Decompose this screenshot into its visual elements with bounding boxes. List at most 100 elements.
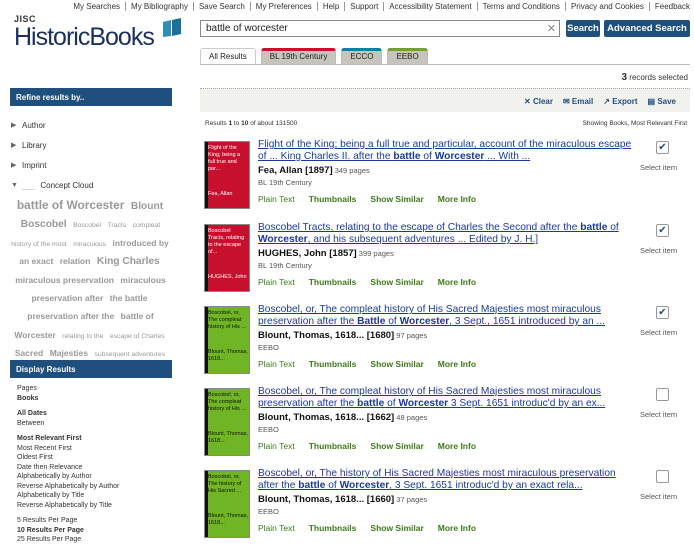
facet-library[interactable]: ▶ Library	[10, 132, 172, 152]
cloud-term[interactable]: Majesties	[50, 348, 88, 358]
cloud-term[interactable]: Boscobel	[21, 219, 67, 230]
save-action[interactable]: ▤ Save	[648, 97, 676, 106]
cloud-term[interactable]: King Charles	[97, 256, 160, 267]
display-option[interactable]: All Dates	[17, 409, 172, 419]
tab-eebo[interactable]: EEBO	[387, 48, 428, 64]
show-similar-link[interactable]: Show Similar	[370, 194, 423, 204]
top-link[interactable]: Save Search	[194, 2, 251, 11]
cloud-term[interactable]: escape of Charles	[110, 333, 165, 340]
cloud-term[interactable]: battle of Worcester	[17, 198, 124, 212]
cloud-term[interactable]: Sacred	[15, 348, 43, 358]
show-similar-link[interactable]: Show Similar	[370, 441, 423, 451]
display-option[interactable]: Reverse Alphabetically by Title	[17, 501, 172, 511]
more-info-link[interactable]: More Info	[438, 194, 476, 204]
cloud-term[interactable]: Blount	[131, 201, 163, 212]
facet-author[interactable]: ▶ Author	[10, 112, 172, 132]
top-link[interactable]: Accessibility Statement	[384, 2, 478, 11]
cloud-term[interactable]: subsequent adventures	[94, 351, 165, 358]
book-thumbnail[interactable]: Boscobel, or, The history of His Sacred …	[204, 470, 250, 538]
cloud-term[interactable]: relation	[60, 256, 91, 266]
clear-action[interactable]: ✕ Clear	[524, 97, 553, 106]
tab-ecco[interactable]: ECCO	[341, 48, 383, 64]
export-action[interactable]: ↗ Export	[603, 97, 637, 106]
thumbnails-link[interactable]: Thumbnails	[309, 359, 357, 369]
select-checkbox[interactable]: ✔	[656, 306, 669, 319]
cloud-term[interactable]: the battle	[110, 293, 148, 303]
book-thumbnail[interactable]: Flight of the King; being a full true an…	[204, 141, 250, 209]
thumbnails-link[interactable]: Thumbnails	[309, 441, 357, 451]
display-option[interactable]: 5 Results Per Page	[17, 516, 172, 526]
thumbnails-link[interactable]: Thumbnails	[309, 523, 357, 533]
display-option[interactable]: Pages	[17, 384, 172, 394]
display-option[interactable]: Alphabetically by Author	[17, 472, 172, 482]
result-title-link[interactable]: Boscobel, or, The compleat history of Hi…	[258, 386, 632, 410]
book-thumbnail[interactable]: Boscobel Tracts, relating to the escape …	[204, 224, 250, 292]
show-similar-link[interactable]: Show Similar	[370, 277, 423, 287]
more-info-link[interactable]: More Info	[438, 277, 476, 287]
display-option[interactable]: Oldest First	[17, 453, 172, 463]
result-record: Boscobel, or, The history of His Sacred …	[204, 468, 690, 546]
search-value: battle of worcester	[206, 23, 288, 34]
search-button[interactable]: Search	[566, 20, 600, 37]
display-option[interactable]: 10 Results Per Page	[17, 526, 172, 536]
top-links: My Searches My Bibliography Save Search My …	[68, 2, 690, 11]
book-thumbnail[interactable]: Boscobel, or, The compleat history of Hi…	[204, 306, 250, 374]
search-input[interactable]: battle of worcester ✕	[200, 20, 560, 37]
top-link[interactable]: My Searches	[68, 2, 127, 11]
cloud-term[interactable]: Boscobel	[73, 222, 101, 229]
tab-bl-19th-century[interactable]: BL 19th Century	[260, 48, 337, 64]
cloud-term[interactable]: Tracts	[108, 222, 127, 229]
top-link[interactable]: My Preferences	[251, 2, 318, 11]
plain-text-link[interactable]: Plain Text	[258, 359, 295, 369]
top-link[interactable]: Privacy and Cookies	[566, 2, 650, 11]
top-link[interactable]: Feedback	[650, 2, 690, 11]
more-info-link[interactable]: More Info	[438, 523, 476, 533]
more-info-link[interactable]: More Info	[438, 359, 476, 369]
display-option[interactable]: Alphabetically by Title	[17, 491, 172, 501]
select-checkbox[interactable]: ✔	[656, 224, 669, 237]
cloud-term[interactable]: miraculous	[73, 241, 106, 248]
result-title-link[interactable]: Boscobel, or, The history of His Sacred …	[258, 468, 632, 492]
cloud-term[interactable]: miraculous preservation	[15, 275, 114, 285]
select-checkbox[interactable]	[656, 470, 669, 483]
top-link[interactable]: Terms and Conditions	[478, 2, 566, 11]
checkmark-icon: ✔	[658, 225, 667, 236]
facet-imprint[interactable]: ▶ Imprint	[10, 152, 172, 172]
plain-text-link[interactable]: Plain Text	[258, 523, 295, 533]
show-similar-link[interactable]: Show Similar	[370, 523, 423, 533]
plain-text-link[interactable]: Plain Text	[258, 441, 295, 451]
clear-search-icon[interactable]: ✕	[547, 22, 556, 35]
display-option[interactable]: 25 Results Per Page	[17, 535, 172, 545]
plain-text-link[interactable]: Plain Text	[258, 194, 295, 204]
cloud-term[interactable]: relating to the	[62, 333, 103, 340]
display-option[interactable]: Between	[17, 419, 172, 429]
top-link[interactable]: My Bibliography	[126, 2, 194, 11]
plain-text-link[interactable]: Plain Text	[258, 277, 295, 287]
thumbnails-link[interactable]: Thumbnails	[309, 194, 357, 204]
result-title-link[interactable]: Flight of the King; being a full true an…	[258, 139, 632, 163]
collection-tabs: All Results BL 19th Century ECCO EEBO	[200, 48, 428, 64]
more-info-link[interactable]: More Info	[438, 441, 476, 451]
result-collection: EEBO	[258, 343, 279, 352]
display-option[interactable]: Reverse Alphabetically by Author	[17, 482, 172, 492]
result-title-link[interactable]: Boscobel, or, The compleat history of Hi…	[258, 304, 632, 328]
top-link[interactable]: Support	[345, 2, 385, 11]
email-action[interactable]: ✉ Email	[563, 97, 593, 106]
result-collection: BL 19th Century	[258, 261, 312, 270]
thumbnails-link[interactable]: Thumbnails	[309, 277, 357, 287]
advanced-search-button[interactable]: Advanced Search	[604, 20, 690, 37]
select-checkbox[interactable]	[656, 388, 669, 401]
display-option[interactable]: Date then Relevance	[17, 463, 172, 473]
display-option[interactable]: Most Recent First	[17, 444, 172, 454]
display-option[interactable]: Books	[17, 394, 172, 404]
cloud-term[interactable]: preservation after the	[27, 311, 114, 321]
tab-all-results[interactable]: All Results	[200, 48, 256, 64]
top-link[interactable]: Help	[318, 2, 346, 11]
select-checkbox[interactable]: ✔	[656, 141, 669, 154]
facet-concept-cloud[interactable]: ▼ ___ Concept Cloud	[10, 172, 172, 192]
book-thumbnail[interactable]: Boscobel, or, The compleat history of Hi…	[204, 388, 250, 456]
result-title-link[interactable]: Boscobel Tracts, relating to the escape …	[258, 222, 632, 246]
logo[interactable]: JISC HistoricBooks	[14, 14, 184, 56]
display-option[interactable]: Most Relevant First	[17, 434, 172, 444]
show-similar-link[interactable]: Show Similar	[370, 359, 423, 369]
